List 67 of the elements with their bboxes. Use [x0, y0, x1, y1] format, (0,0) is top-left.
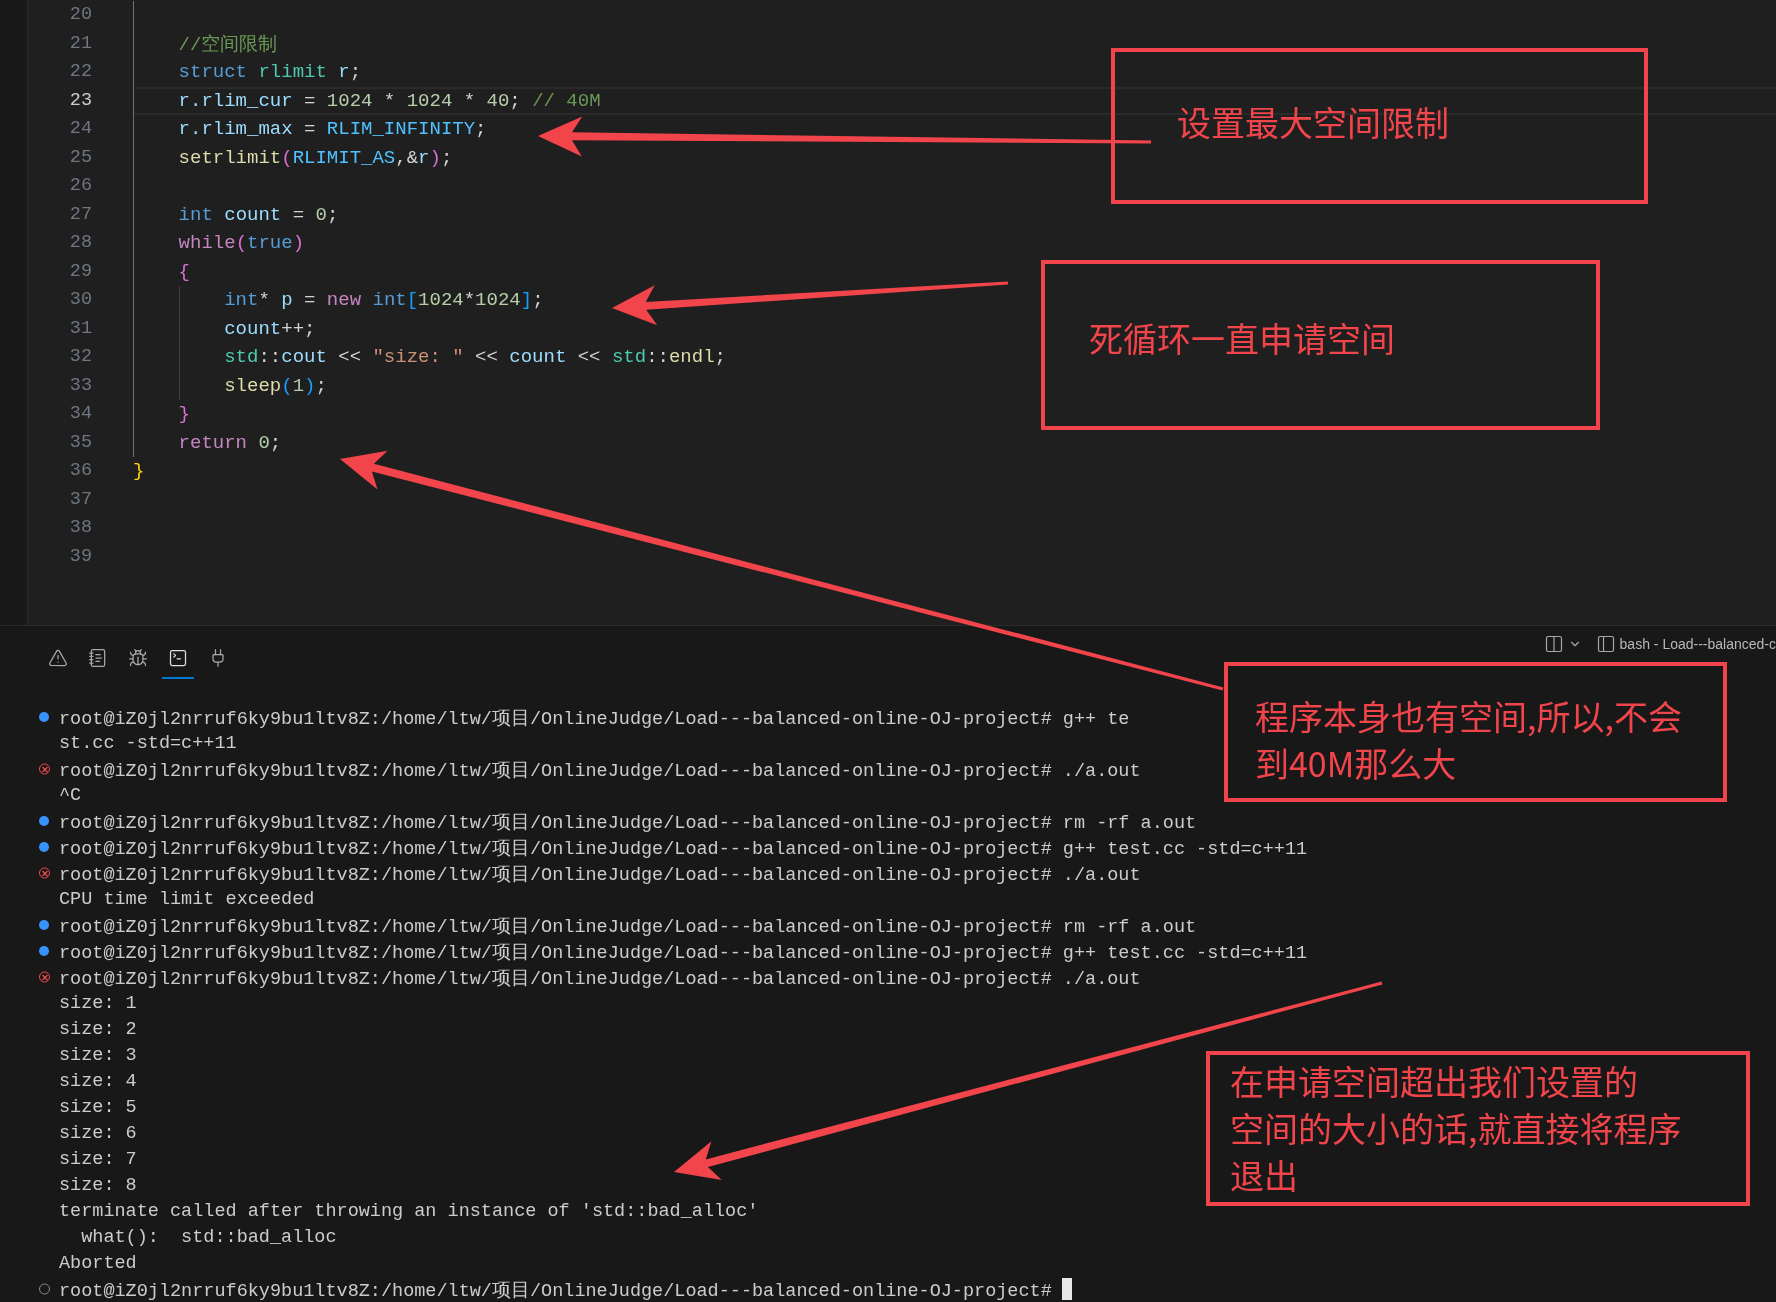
line-number: 20 — [68, 3, 93, 27]
terminal-line: size: 6 — [59, 1122, 137, 1144]
terminal-line: root@iZ0jl2nrruf6ky9bu1ltv8Z:/home/ltw/项目/OnlineJudge/Load---balanced-online-OJ-project# g++ te — [59, 707, 1130, 730]
callout: 设置最大空间限制 — [1111, 48, 1648, 204]
terminal-line: root@iZ0jl2nrruf6ky9bu1ltv8Z:/home/ltw/项目/OnlineJudge/Load---balanced-online-OJ-project# g++ test.cc -std=c++11 — [59, 941, 1308, 964]
line-number: 29 — [68, 259, 93, 284]
callout: 程序本身也有空间,所以,不会 到40M那么大 — [1224, 662, 1727, 802]
terminal-line: size: 2 — [59, 1018, 137, 1040]
terminal-line: size: 3 — [59, 1044, 137, 1066]
callout: 死循环一直申请空间 — [1041, 260, 1600, 430]
terminal-line: root@iZ0jl2nrruf6ky9bu1ltv8Z:/home/ltw/项目/OnlineJudge/Load---balanced-online-OJ-project# ./a.out — [59, 759, 1141, 782]
code-line: setrlimit(RLIMIT_AS,&r); — [177, 146, 453, 169]
line-number: 22 — [68, 60, 93, 84]
code-line: while(true) — [177, 232, 305, 255]
code-line: } — [177, 403, 190, 426]
code-line: count++; — [223, 317, 316, 340]
code-line: sleep(1); — [223, 374, 327, 397]
line-number: 30 — [68, 288, 93, 312]
code-line: std::cout << "size: " << count << std::endl; — [223, 346, 726, 369]
terminal-line: root@iZ0jl2nrruf6ky9bu1ltv8Z:/home/ltw/项目/OnlineJudge/Load---balanced-online-OJ-project# — [59, 1279, 1052, 1302]
terminal-line: Aborted — [59, 1252, 137, 1274]
split-icon[interactable] — [1543, 634, 1564, 654]
terminal-title[interactable]: bash - Load---balanced-c — [1619, 636, 1776, 652]
terminal-line: root@iZ0jl2nrruf6ky9bu1ltv8Z:/home/ltw/项目/OnlineJudge/Load---balanced-online-OJ-project# rm -rf a.out — [59, 915, 1197, 938]
terminal-line: root@iZ0jl2nrruf6ky9bu1ltv8Z:/home/ltw/项目/OnlineJudge/Load---balanced-online-OJ-project# ./a.out — [59, 967, 1141, 990]
line-number: 34 — [68, 402, 93, 426]
line-number: 24 — [68, 117, 93, 141]
line-number: 28 — [68, 231, 93, 255]
line-number: 37 — [68, 487, 93, 512]
line-number: 35 — [68, 430, 93, 455]
line-number: 39 — [68, 544, 93, 569]
terminal-line: ^C — [59, 784, 82, 806]
code-line: { — [177, 260, 190, 283]
line-number: 31 — [68, 316, 93, 341]
line-number: 23 — [68, 88, 93, 113]
code-line: r.rlim_cur = 1024 * 1024 * 40; // 40M — [177, 89, 601, 112]
code-line: struct rlimit r; — [177, 61, 362, 84]
terminal-line: root@iZ0jl2nrruf6ky9bu1ltv8Z:/home/ltw/项目/OnlineJudge/Load---balanced-online-OJ-project# g++ test.cc -std=c++11 — [59, 837, 1308, 860]
terminal-line: size: 7 — [59, 1148, 137, 1170]
line-number: 21 — [68, 31, 93, 56]
callout: 在申请空间超出我们设置的 空间的大小的话,就直接将程序 退出 — [1206, 1051, 1750, 1206]
line-number: 32 — [68, 345, 93, 369]
terminal-line: size: 1 — [59, 992, 137, 1014]
line-number: 27 — [68, 202, 93, 227]
code-line: } — [133, 460, 145, 483]
code-line: return 0; — [177, 431, 282, 454]
terminal-line: root@iZ0jl2nrruf6ky9bu1ltv8Z:/home/ltw/项目/OnlineJudge/Load---balanced-online-OJ-project# rm -rf a.out — [59, 811, 1197, 834]
code-line: //空间限制 — [177, 32, 278, 57]
terminal-line: terminate called after throwing an instance of 'std::bad_alloc' — [59, 1200, 759, 1222]
terminal-line: what(): std::bad_alloc — [80, 1226, 337, 1248]
terminal-line: root@iZ0jl2nrruf6ky9bu1ltv8Z:/home/ltw/项目/OnlineJudge/Load---balanced-online-OJ-project# ./a.out — [59, 863, 1141, 886]
document-icon — [88, 648, 108, 668]
code-line: int* p = new int[1024*1024]; — [223, 289, 544, 312]
terminal-line: size: 5 — [59, 1096, 137, 1118]
line-number: 38 — [68, 516, 93, 540]
line-number: 25 — [68, 145, 93, 170]
line-number: 26 — [68, 174, 93, 198]
terminal-line: size: 4 — [59, 1070, 137, 1092]
terminal-line: size: 8 — [59, 1174, 137, 1196]
terminal-line: st.cc -std=c++11 — [59, 732, 237, 754]
terminal-line: CPU time limit exceeded — [59, 888, 315, 910]
line-number: 36 — [68, 459, 93, 483]
code-line: int count = 0; — [177, 203, 339, 226]
bug-icon — [128, 648, 148, 668]
warning-icon — [48, 648, 68, 668]
line-number: 33 — [68, 373, 93, 398]
code-line: r.rlim_max = RLIM_INFINITY; — [177, 118, 487, 141]
